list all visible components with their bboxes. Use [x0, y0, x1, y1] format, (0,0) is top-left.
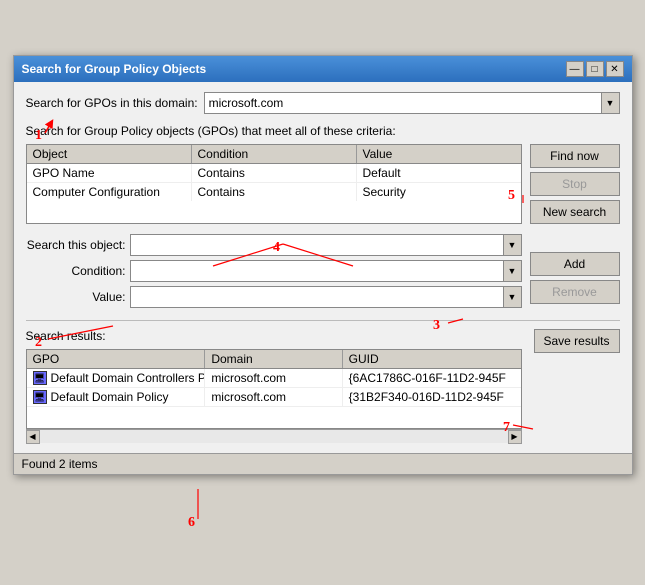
criteria-cell-condition-0: Contains: [192, 164, 357, 182]
criteria-table: Object Condition Value GPO Name Contains…: [26, 144, 522, 224]
col-condition: Condition: [192, 145, 357, 163]
col-value: Value: [357, 145, 521, 163]
condition-combo: ▼: [130, 260, 522, 282]
result-cell-guid-1: {31B2F340-016D-11D2-945F: [343, 388, 521, 406]
result-col-domain: Domain: [205, 350, 342, 368]
criteria-table-header: Object Condition Value: [27, 145, 521, 164]
maximize-button[interactable]: □: [586, 61, 604, 77]
remove-button[interactable]: Remove: [530, 280, 620, 304]
result-cell-guid-0: {6AC1786C-016F-11D2-945F: [343, 369, 521, 387]
new-search-button[interactable]: New search: [530, 200, 620, 224]
stop-button[interactable]: Stop: [530, 172, 620, 196]
main-window: Search for Group Policy Objects — □ ✕ Se…: [13, 55, 633, 475]
title-bar-buttons: — □ ✕: [566, 61, 624, 77]
svg-text:6: 6: [188, 515, 195, 530]
horizontal-scrollbar[interactable]: ◀ ▶: [26, 429, 522, 443]
criteria-cell-value-1: Security: [357, 183, 521, 201]
result-cell-domain-0: microsoft.com: [205, 369, 342, 387]
gpo-icon-1: 🖥: [33, 390, 47, 404]
domain-dropdown-arrow[interactable]: ▼: [602, 92, 620, 114]
result-col-gpo: GPO: [27, 350, 206, 368]
domain-combo: ▼: [204, 92, 620, 114]
results-table: GPO Domain GUID 🖥 Default Domain Control…: [26, 349, 522, 429]
results-right: Save results: [530, 329, 620, 443]
value-input[interactable]: [130, 286, 504, 308]
add-button[interactable]: Add: [530, 252, 620, 276]
criteria-row-1[interactable]: Computer Configuration Contains Security: [27, 183, 521, 201]
criteria-cell-object-1: Computer Configuration: [27, 183, 192, 201]
search-object-combo: ▼: [130, 234, 522, 256]
minimize-button[interactable]: —: [566, 61, 584, 77]
title-bar: Search for Group Policy Objects — □ ✕: [14, 56, 632, 82]
gpo-icon-0: 🖥: [33, 371, 47, 385]
left-panel: Object Condition Value GPO Name Contains…: [26, 144, 522, 312]
scroll-track[interactable]: [40, 430, 508, 443]
main-area: Object Condition Value GPO Name Contains…: [26, 144, 620, 312]
right-panel: Find now Stop New search Add Remove: [530, 144, 620, 312]
results-label: Search results:: [26, 329, 522, 343]
value-row: Value: ▼: [26, 286, 522, 308]
scroll-right-button[interactable]: ▶: [508, 430, 522, 444]
window-title: Search for Group Policy Objects: [22, 62, 207, 76]
criteria-cell-value-0: Default: [357, 164, 521, 182]
domain-row: Search for GPOs in this domain: ▼: [26, 92, 620, 114]
domain-input[interactable]: [204, 92, 602, 114]
search-object-input[interactable]: [130, 234, 504, 256]
result-row-1[interactable]: 🖥 Default Domain Policy microsoft.com {3…: [27, 388, 521, 407]
divider: [26, 320, 620, 321]
find-now-button[interactable]: Find now: [530, 144, 620, 168]
status-bar: Found 2 items: [14, 453, 632, 474]
search-object-row: Search this object: ▼: [26, 234, 522, 256]
results-table-header: GPO Domain GUID: [27, 350, 521, 369]
value-label: Value:: [26, 290, 126, 304]
search-object-label: Search this object:: [26, 238, 126, 252]
criteria-cell-object-0: GPO Name: [27, 164, 192, 182]
criteria-label: Search for Group Policy objects (GPOs) t…: [26, 124, 620, 138]
close-button[interactable]: ✕: [606, 61, 624, 77]
scroll-left-button[interactable]: ◀: [26, 430, 40, 444]
condition-label: Condition:: [26, 264, 126, 278]
result-cell-domain-1: microsoft.com: [205, 388, 342, 406]
result-col-guid: GUID: [343, 350, 521, 368]
results-left: Search results: GPO Domain GUID 🖥 Defaul…: [26, 329, 522, 443]
window-body: Search for GPOs in this domain: ▼ Search…: [14, 82, 632, 453]
result-row-0[interactable]: 🖥 Default Domain Controllers Policy micr…: [27, 369, 521, 388]
search-object-arrow[interactable]: ▼: [504, 234, 522, 256]
condition-row: Condition: ▼: [26, 260, 522, 282]
domain-label: Search for GPOs in this domain:: [26, 96, 198, 110]
criteria-cell-condition-1: Contains: [192, 183, 357, 201]
status-text: Found 2 items: [22, 457, 98, 471]
condition-input[interactable]: [130, 260, 504, 282]
criteria-row-0[interactable]: GPO Name Contains Default: [27, 164, 521, 183]
result-cell-gpo-1: 🖥 Default Domain Policy: [27, 388, 206, 406]
condition-arrow[interactable]: ▼: [504, 260, 522, 282]
value-arrow[interactable]: ▼: [504, 286, 522, 308]
value-combo: ▼: [130, 286, 522, 308]
results-section: Search results: GPO Domain GUID 🖥 Defaul…: [26, 329, 620, 443]
col-object: Object: [27, 145, 192, 163]
result-cell-gpo-0: 🖥 Default Domain Controllers Policy: [27, 369, 206, 387]
save-results-button[interactable]: Save results: [534, 329, 620, 353]
